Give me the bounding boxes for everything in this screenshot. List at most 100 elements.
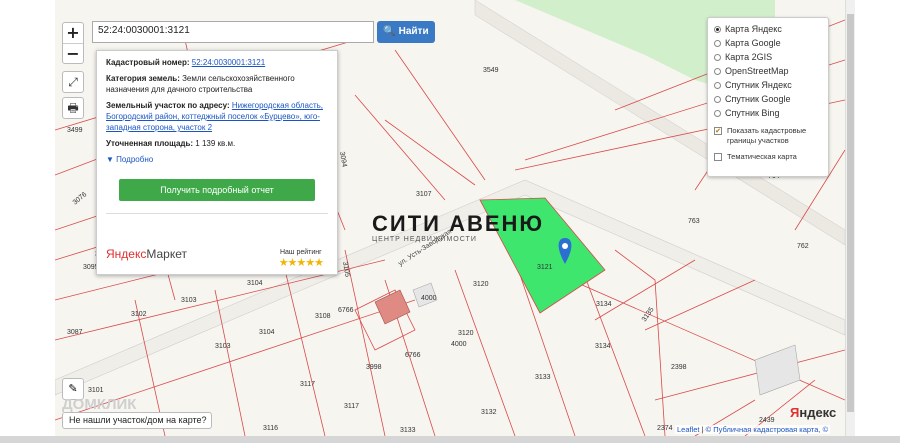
parcel-label: 3102	[131, 311, 147, 318]
parcel-popup: Кадастровый номер: 52:24:0030001:3121 Ка…	[96, 50, 338, 275]
layer-option-label: Спутник Яндекс	[725, 80, 792, 90]
layer-option[interactable]: Спутник Bing	[714, 106, 822, 120]
radio-icon	[714, 25, 721, 33]
attribution-separator: |	[701, 425, 704, 434]
yandex-logo-rest: ндекс	[799, 405, 837, 420]
layer-option-label: Карта Яндекс	[725, 24, 782, 34]
parcel-label: 3134	[595, 343, 611, 350]
find-button[interactable]: 🔍 Найти	[377, 21, 435, 43]
radio-icon	[714, 81, 721, 89]
yandex-logo-ya: Я	[790, 405, 800, 420]
search-input[interactable]: 52:24:0030001:3121	[92, 21, 374, 43]
layer-option-label: Спутник Bing	[725, 108, 780, 118]
parcel-label: 3103	[215, 343, 231, 350]
radio-icon	[714, 95, 721, 103]
category-label: Категория земель:	[106, 74, 180, 83]
triangle-down-icon: ▼	[106, 155, 114, 164]
star-icon: ★★★★★	[278, 257, 324, 269]
parcel-label: 3120	[458, 330, 474, 337]
parcel-label: 3117	[300, 381, 315, 388]
layer-option-label: Карта Google	[725, 38, 781, 48]
cadastral-source-link[interactable]: © Публичная кадастровая карта, ©	[706, 425, 828, 434]
search-icon: 🔍	[383, 26, 396, 37]
parcel-label: 3101	[88, 387, 104, 394]
checkbox-label: Показать кадастровые границы участков	[727, 126, 807, 145]
parcel-label: 3108	[315, 313, 331, 320]
parcel-label: 762	[797, 243, 809, 250]
parcel-label: 3549	[483, 67, 499, 74]
parcel-label: 6766	[338, 307, 354, 314]
cadastral-label: Кадастровый номер:	[106, 58, 190, 67]
layer-switcher: Карта Яндекс Карта Google Карта 2GIS OpenSt…	[707, 17, 829, 177]
checkbox-label: Тематическая карта	[727, 152, 797, 161]
layer-option[interactable]: OpenStreetMap	[714, 64, 822, 78]
taskbar	[0, 436, 900, 443]
parcel-label: 2398	[671, 364, 687, 371]
rating: Наш рейтинг ★★★★★	[278, 247, 324, 269]
zoom-control: + −	[62, 22, 84, 64]
parcel-label: 3133	[400, 427, 416, 434]
checkbox-empty-icon	[714, 153, 722, 161]
building	[374, 289, 411, 325]
domclick-logo: ДОМКЛИК	[62, 396, 137, 413]
address-label: Земельный участок по адресу:	[106, 101, 230, 110]
parcel-label: 3134	[596, 301, 612, 308]
cadastral-boundaries-checkbox[interactable]: ✔ Показать кадастровые границы участков	[714, 126, 822, 146]
divider	[106, 213, 328, 214]
parcel-label: 3087	[67, 329, 83, 336]
parcel-label: 3121	[537, 264, 553, 271]
parcel-label: 3120	[473, 281, 489, 288]
layer-option-label: Карта 2GIS	[725, 52, 773, 62]
parcel-label: 3132	[481, 409, 497, 416]
layer-option[interactable]: Карта Google	[714, 36, 822, 50]
parcel-label: 3998	[366, 364, 382, 371]
radio-icon	[714, 67, 721, 75]
parcel-label: 3076	[72, 191, 89, 206]
report-button[interactable]: Получить подробный отчет	[119, 179, 315, 201]
leaflet-link[interactable]: Leaflet	[677, 425, 700, 434]
scrollbar-thumb[interactable]	[847, 14, 854, 412]
market-name: Маркет	[146, 247, 187, 261]
scrollbar[interactable]	[845, 0, 855, 436]
parcel-label: 3133	[535, 374, 551, 381]
parcel-label: 3104	[259, 329, 275, 336]
more-link-label: Подробно	[116, 155, 154, 164]
parcel-label: 2439	[759, 417, 775, 424]
parcel-label: 6766	[405, 352, 421, 359]
fullscreen-icon[interactable]: ⤢	[62, 71, 84, 93]
parcel-label: 3499	[67, 127, 83, 134]
layer-option[interactable]: Спутник Google	[714, 92, 822, 106]
parcel-label: 4000	[451, 341, 467, 348]
area-label: Уточненная площадь:	[106, 139, 194, 148]
print-icon[interactable]: 🖶	[62, 97, 84, 119]
parcel-label: 3104	[247, 280, 263, 287]
help-bubble[interactable]: Не нашли участок/дом на карте?	[62, 412, 212, 429]
yandex-logo: Яндекс	[790, 405, 836, 420]
layer-option[interactable]: Спутник Яндекс	[714, 78, 822, 92]
parcel-label: 2374	[657, 425, 673, 432]
parcel-label: 3094	[338, 151, 348, 168]
map-attribution: Leaflet | © Публичная кадастровая карта,…	[675, 425, 831, 434]
layer-option-label: OpenStreetMap	[725, 66, 789, 76]
layer-option[interactable]: Карта Яндекс	[714, 22, 822, 36]
thematic-map-checkbox[interactable]: Тематическая карта	[714, 152, 822, 162]
watermark-title: СИТИ АВЕНЮ	[372, 211, 545, 236]
parcel-label: 3103	[181, 297, 197, 304]
market-ya: Яндекс	[106, 247, 147, 261]
radio-icon	[714, 39, 721, 47]
parcel-label: 4000	[421, 295, 437, 302]
checkmark-icon: ✔	[714, 127, 722, 135]
parcel-label: 3116	[263, 425, 278, 432]
parcel-label: 763	[688, 218, 700, 225]
radio-icon	[714, 53, 721, 61]
zoom-in-button[interactable]: +	[63, 23, 83, 43]
parcel-label: 3105	[341, 261, 351, 278]
watermark-subtitle: ЦЕНТР НЕДВИЖИМОСТИ	[372, 236, 477, 243]
parcel-label: 3117	[344, 403, 359, 410]
layer-option-label: Спутник Google	[725, 94, 791, 104]
more-link[interactable]: ▼ Подробно	[106, 154, 328, 165]
layer-option[interactable]: Карта 2GIS	[714, 50, 822, 64]
cadastral-link[interactable]: 52:24:0030001:3121	[192, 58, 265, 67]
zoom-out-button[interactable]: −	[63, 43, 83, 63]
yandex-market-logo[interactable]: ЯндексМаркет	[106, 247, 187, 261]
